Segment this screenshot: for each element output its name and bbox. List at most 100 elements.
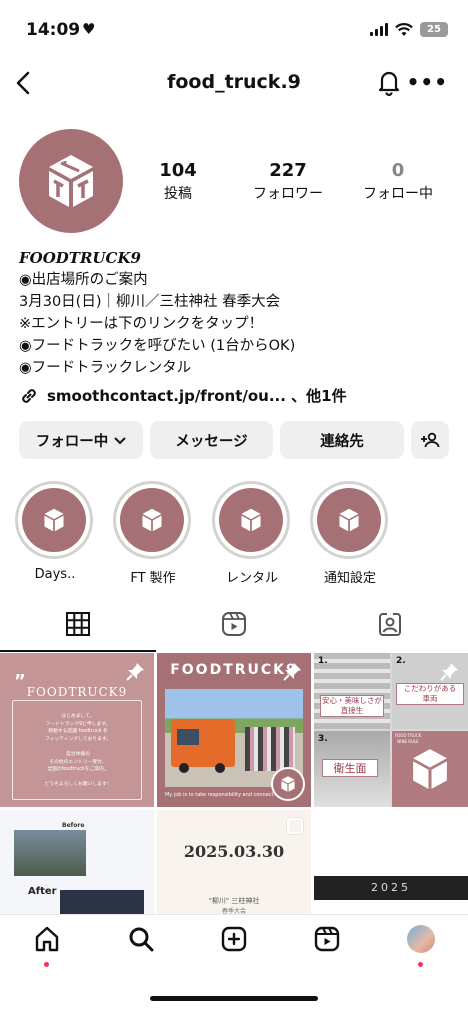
post-2[interactable]: FOODTRUCK9 My job is to take responsibil… (157, 653, 311, 807)
post-4[interactable]: Before After (0, 810, 154, 914)
post-1[interactable]: ” FOODTRUCK9 はじめまして。 フードトラック9と申します。 移動する店舗… (0, 653, 154, 807)
bio-line: ◉出店場所のご案内 (19, 272, 148, 288)
highlight-label: 通知設定 (323, 571, 376, 586)
stat-value: 227 (269, 160, 307, 181)
highlight-ft[interactable]: FT 製作 (113, 481, 193, 586)
highlight-rental[interactable]: レンタル (212, 481, 292, 586)
nav-profile[interactable] (374, 925, 467, 953)
home-icon (35, 926, 58, 952)
profile-avatar[interactable] (19, 129, 123, 233)
stat-value: 0 (391, 160, 405, 181)
profile-bio: FOODTRUCK9 ◉出店場所のご案内 3月30日(日)｜柳川／三柱神社 春季… (19, 247, 449, 379)
foodtruck-logo-icon (241, 508, 261, 532)
wifi-icon (395, 22, 413, 36)
post-3-tag-b: こだわりがある 車両 (396, 683, 464, 705)
chevron-down-icon (114, 437, 126, 445)
tab-tagged[interactable] (312, 611, 468, 651)
post-5-date: 2025.03.30 (183, 842, 285, 861)
stat-value: 104 (159, 160, 197, 181)
bell-icon[interactable] (374, 67, 404, 97)
bio-line: ◉フードトラックを呼びたい (1台からOK) (19, 338, 296, 354)
post-3-num: 3. (318, 734, 328, 744)
post-3-side: FOOD TRUCK NINE RULE (394, 733, 422, 744)
contact-label: 連絡先 (320, 433, 364, 450)
stat-followers[interactable]: 227 フォロワー (243, 160, 333, 203)
profile-stats: 104 投稿 227 フォロワー 0 フォロー中 (133, 160, 443, 203)
nav-search[interactable] (94, 925, 187, 953)
foodtruck-logo-icon (44, 508, 64, 532)
stat-following[interactable]: 0 フォロー中 (353, 160, 443, 203)
status-time: 14:09 (26, 20, 81, 40)
highlight-notice[interactable]: 通知設定 (310, 481, 390, 586)
tagged-icon (379, 612, 401, 636)
post-3-tag-c: 衛生面 (322, 759, 378, 777)
foodtruck-logo-icon (49, 155, 93, 207)
search-icon (129, 927, 153, 952)
heart-icon: ♥ (82, 20, 96, 38)
bio-line: ◉フードトラックレンタル (19, 360, 192, 376)
message-label: メッセージ (175, 433, 248, 450)
highlight-label: FT 製作 (130, 571, 176, 586)
message-button[interactable]: メッセージ (150, 421, 273, 459)
highlight-days[interactable]: Days.. (15, 481, 95, 582)
add-user-button[interactable] (411, 421, 449, 459)
following-label: フォロー中 (35, 433, 109, 450)
post-1-body: はじめまして。 フードトラック9と申します。 移動する店舗 foodtruck をフ… (44, 714, 112, 788)
stat-posts[interactable]: 104 投稿 (133, 160, 223, 203)
stat-label: フォロワー (253, 186, 323, 202)
reels-icon (222, 612, 246, 636)
add-user-icon (421, 432, 440, 448)
tab-reels[interactable] (156, 611, 312, 651)
home-notification-dot (44, 962, 49, 967)
post-3-tag-a: 安心・美味しさが 直接生 (320, 695, 384, 717)
post-5[interactable]: 2025.03.30 "柳川" 三柱神社 春季大会 (157, 810, 311, 914)
foodtruck-logo-icon (339, 508, 359, 532)
link-text: smoothcontact.jp/front/ou... 、他1件 (47, 387, 347, 405)
post-5-line2: 春季大会 (221, 908, 246, 914)
post-5-line1: "柳川" 三柱神社 (208, 897, 260, 905)
home-indicator (150, 996, 318, 1001)
post-6-year: 2025 (314, 876, 468, 900)
display-name: FOODTRUCK9 (19, 249, 141, 267)
bio-line: 3月30日(日)｜柳川／三柱神社 春季大会 (19, 294, 281, 310)
active-tab-indicator (0, 650, 156, 652)
pin-icon (126, 663, 144, 681)
post-3-num: 2. (396, 656, 406, 666)
signal-icon (370, 23, 388, 36)
nav-reels[interactable] (280, 925, 373, 953)
post-6[interactable]: 2025 (314, 810, 468, 914)
bio-line: ※エントリーは下のリンクをタップ！ (19, 316, 264, 332)
carousel-icon (287, 818, 303, 834)
profile-link[interactable]: smoothcontact.jp/front/ou... 、他1件 (19, 385, 347, 406)
post-3-num: 1. (318, 656, 328, 666)
reels-icon (314, 926, 339, 952)
link-icon (22, 388, 36, 403)
battery-icon: 25 (420, 22, 448, 37)
foodtruck-logo-icon (413, 749, 447, 789)
post-4-before: Before (62, 822, 85, 829)
profile-notification-dot (418, 962, 423, 967)
create-post-icon (221, 926, 246, 952)
nav-create[interactable] (187, 925, 280, 953)
pin-icon (440, 663, 458, 681)
foodtruck-logo-icon (142, 508, 162, 532)
profile-avatar-small (406, 925, 435, 953)
following-button[interactable]: フォロー中 (19, 421, 143, 459)
stat-label: 投稿 (164, 186, 192, 202)
nav-home[interactable] (0, 925, 93, 953)
tab-grid[interactable] (0, 611, 156, 651)
post-1-title: FOODTRUCK9 (26, 685, 128, 699)
contact-button[interactable]: 連絡先 (280, 421, 404, 459)
post-2-logo (271, 767, 305, 801)
foodtruck-logo-icon (281, 776, 295, 792)
stat-label: フォロー中 (363, 186, 433, 202)
post-4-after: After (28, 886, 57, 897)
post-3[interactable]: 1. 2. 3. 安心・美味しさが 直接生 こだわりがある 車両 衛生面 FOOD … (314, 653, 468, 807)
highlight-label: レンタル (225, 571, 278, 586)
status-icons: 25 (370, 22, 448, 37)
highlight-label: Days.. (34, 567, 76, 582)
more-options-icon[interactable]: ••• (407, 70, 448, 94)
post-2-caption: My job is to take responsibility and con… (165, 792, 276, 798)
pin-icon (283, 663, 301, 681)
grid-icon (66, 612, 90, 636)
